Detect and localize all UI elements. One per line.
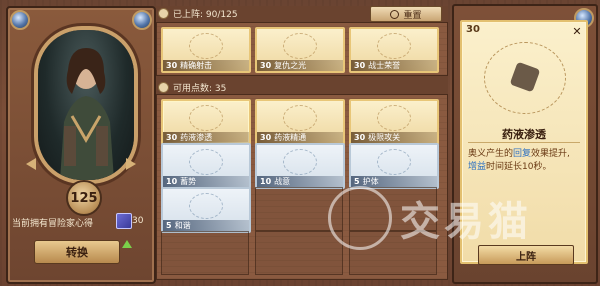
insight-book-icon — [116, 213, 132, 229]
skill-art-icon — [283, 149, 317, 175]
equip-button[interactable]: 上阵 — [478, 245, 574, 265]
owned-count: 30 — [132, 216, 144, 226]
skill-art-icon — [189, 149, 223, 175]
skill-art-icon — [189, 33, 223, 59]
empty-skill-slot — [255, 231, 343, 275]
card-name: 蓄势 — [180, 177, 197, 186]
next-hero-arrow-icon[interactable] — [126, 158, 136, 170]
skill-card[interactable]: 10 蓄势 — [161, 143, 251, 189]
hero-level-badge: 125 — [66, 180, 102, 216]
section-bullet-icon — [158, 81, 169, 93]
equipped-count: 已上阵: 90/125 — [173, 9, 238, 20]
available-header: 可用点数: 35 — [158, 80, 446, 94]
skill-illustration-icon — [484, 42, 566, 114]
equipped-card[interactable]: 30 复仇之光 — [255, 27, 345, 73]
card-name: 极限攻关 — [368, 133, 401, 142]
upgrade-arrow-icon — [122, 240, 132, 248]
section-bullet-icon — [158, 7, 169, 19]
equipped-card[interactable]: 30 战士荣誉 — [349, 27, 439, 73]
owned-label: 当前拥有冒险家心得 — [12, 219, 94, 229]
card-level: 30 — [260, 61, 272, 70]
card-name: 和谐 — [174, 221, 191, 230]
reset-label: 重置 — [403, 10, 422, 21]
hero-level: 125 — [70, 190, 98, 206]
empty-skill-slot — [349, 231, 437, 275]
skill-art-icon — [189, 105, 223, 131]
skill-art-icon — [377, 105, 411, 131]
corner-gem-icon — [10, 10, 30, 30]
reset-button[interactable]: 重置 — [370, 6, 442, 22]
card-name: 战意 — [274, 177, 291, 186]
divider — [468, 142, 580, 143]
empty-skill-slot — [349, 187, 437, 231]
skills-area: 已上阵: 90/125 重置 30 精确射击 30 复仇之光 30 战士荣誉 可用点数… — [156, 6, 448, 280]
hero-panel: 125 当前拥有冒险家心得 30 转换 — [6, 6, 156, 284]
card-level: 10 — [166, 177, 178, 186]
skill-art-icon — [377, 149, 411, 175]
close-icon[interactable]: ✕ — [570, 24, 584, 38]
skill-detail-card: 30 ✕ 药液渗透 奥义产生的回复效果提升, 增益时间延长10秒。 — [460, 20, 588, 264]
detail-skill-name: 药液渗透 — [502, 128, 546, 141]
convert-label: 转换 — [66, 246, 88, 259]
convert-button[interactable]: 转换 — [34, 240, 120, 264]
card-level: 30 — [354, 133, 366, 142]
card-level: 30 — [260, 133, 272, 142]
card-level: 30 — [166, 133, 178, 142]
card-level: 5 — [354, 177, 360, 186]
skill-art-icon — [283, 105, 317, 131]
equipped-card[interactable]: 30 精确射击 — [161, 27, 251, 73]
desc-highlight: 回复 — [513, 149, 532, 159]
card-name: 药液精通 — [274, 133, 307, 142]
desc-part: 时间延长10秒。 — [486, 162, 552, 172]
card-name: 精确射击 — [180, 61, 213, 70]
desc-part: 奥义产生的 — [468, 149, 514, 159]
corner-gem-icon — [132, 10, 152, 30]
desc-highlight: 增益 — [468, 162, 487, 172]
card-level: 5 — [166, 221, 172, 230]
hero-portrait[interactable] — [34, 26, 138, 184]
equipped-slots: 30 精确射击 30 复仇之光 30 战士荣誉 — [156, 22, 448, 76]
skill-art-icon — [377, 33, 411, 59]
card-level: 10 — [260, 177, 272, 186]
card-name: 战士荣誉 — [368, 61, 401, 70]
card-level: 30 — [354, 61, 366, 70]
skill-card[interactable]: 30 药液精通 — [255, 99, 345, 145]
card-name: 药液渗透 — [180, 133, 213, 142]
skill-card[interactable]: 10 战意 — [255, 143, 345, 189]
equip-label: 上阵 — [516, 251, 536, 263]
prev-hero-arrow-icon[interactable] — [26, 158, 36, 170]
hero-figure-icon — [60, 48, 114, 180]
available-slots: 30 药液渗透 30 药液精通 30 极限攻关 10 蓄势 10 战意 5 护体 5 和谐 — [156, 94, 448, 280]
skill-card[interactable]: 30 极限攻关 — [349, 99, 439, 145]
card-name: 护体 — [362, 177, 379, 186]
potion-stone-icon — [509, 61, 541, 93]
available-points: 可用点数: 35 — [173, 83, 227, 94]
detail-level: 30 — [466, 24, 480, 35]
card-name: 复仇之光 — [274, 61, 307, 70]
reset-icon — [390, 9, 400, 19]
skill-art-icon — [283, 33, 317, 59]
skill-card[interactable]: 5 和谐 — [161, 187, 251, 233]
empty-skill-slot — [161, 231, 249, 275]
skill-art-icon — [189, 193, 223, 219]
skill-detail-panel: 30 ✕ 药液渗透 奥义产生的回复效果提升, 增益时间延长10秒。 上阵 — [452, 4, 598, 284]
card-level: 30 — [166, 61, 178, 70]
empty-skill-slot — [255, 187, 343, 231]
skill-card[interactable]: 30 药液渗透 — [161, 99, 251, 145]
skill-card[interactable]: 5 护体 — [349, 143, 439, 189]
desc-part: 效果提升, — [531, 149, 570, 159]
detail-description: 奥义产生的回复效果提升, 增益时间延长10秒。 — [468, 148, 580, 174]
